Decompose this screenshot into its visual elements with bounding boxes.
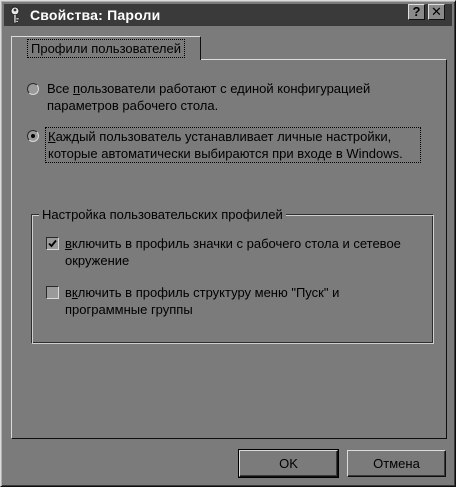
tab-label: Профили пользователей bbox=[27, 39, 185, 58]
window-title: Свойства: Пароли bbox=[30, 7, 161, 23]
title-bar[interactable]: Свойства: Пароли bbox=[4, 4, 452, 26]
ok-button[interactable]: OK bbox=[238, 449, 339, 478]
cancel-button[interactable]: Отмена bbox=[347, 450, 446, 477]
key-icon bbox=[6, 6, 24, 24]
close-button[interactable]: ✕ bbox=[428, 4, 445, 20]
tab-user-profiles[interactable]: Профили пользователей bbox=[11, 36, 201, 60]
tab-panel bbox=[11, 59, 447, 439]
properties-dialog: Свойства: Пароли ? ✕ Профили пользовател… bbox=[0, 0, 456, 487]
help-button[interactable]: ? bbox=[408, 4, 425, 20]
